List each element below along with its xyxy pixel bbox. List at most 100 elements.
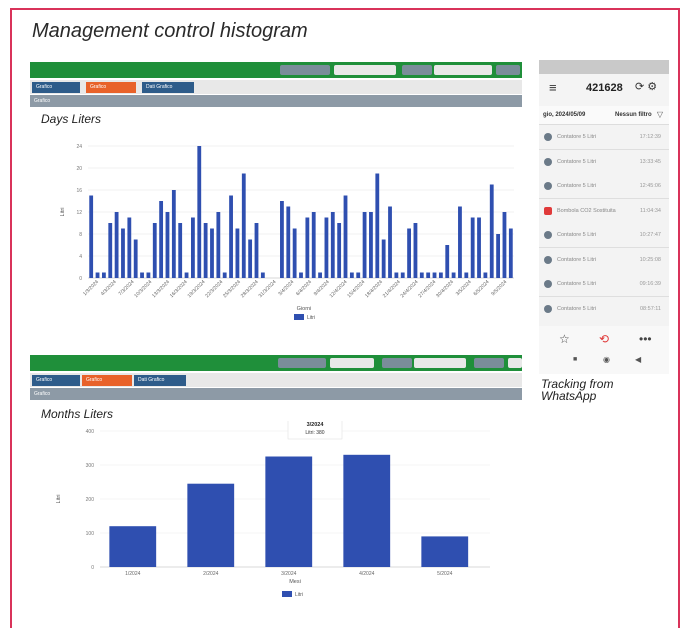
bar (362, 212, 367, 278)
bar (324, 217, 329, 278)
bar (152, 223, 157, 278)
home-nav-icon[interactable]: ◉ (603, 355, 610, 364)
event-row[interactable]: Contatore 5 Litri 10:25:08 (539, 247, 669, 273)
legend-label: Litri (307, 315, 315, 321)
extra-control[interactable] (496, 65, 520, 75)
history-icon[interactable]: ⟲ (599, 332, 609, 346)
bar (477, 217, 481, 278)
bar (95, 272, 100, 278)
event-time: 17:12:39 (639, 134, 661, 140)
event-row[interactable]: Contatore 5 Litri 09:16:39 (539, 272, 669, 297)
filter-row: gio, 2024/05/09 Nessun filtro ▽ (539, 106, 669, 125)
bar (381, 239, 386, 278)
tooltip-value: Litri: 380 (305, 430, 324, 436)
extra-control[interactable] (474, 358, 504, 368)
x-tick-label: 18/4/2024 (364, 279, 384, 299)
event-row[interactable]: Bombola CO2 Sostituita 11:04:34 (539, 198, 669, 224)
type-select[interactable] (414, 358, 466, 368)
extra-select[interactable] (508, 358, 522, 368)
bar (280, 201, 284, 278)
x-tick-label: 19/3/2024 (187, 279, 207, 299)
bar (292, 228, 297, 278)
event-time: 09:16:39 (639, 281, 661, 287)
y-tick-label: 0 (91, 565, 94, 571)
x-tick-label: 1/3/2024 (82, 279, 100, 297)
tab-bar: Grafico Grafico Dati Grafico (30, 80, 522, 94)
months-liters-chart: 0 100 200 300 400 1/2024 2/2024 3/2024 4/2024 5/2… (56, 421, 490, 598)
filter-control[interactable] (280, 65, 330, 75)
more-icon[interactable]: ••• (639, 332, 652, 346)
device-number: 421628 (586, 82, 623, 94)
y-tick-label: 200 (86, 497, 95, 503)
bar (496, 234, 501, 278)
type-control[interactable] (402, 65, 432, 75)
type-select[interactable] (434, 65, 492, 75)
bar (248, 239, 253, 278)
x-tick-label: 3/5/2024 (455, 279, 473, 297)
bar (394, 272, 399, 278)
event-row[interactable]: Contatore 5 Litri 13:33:45 (539, 149, 669, 175)
bar (114, 212, 119, 278)
bar (337, 223, 342, 278)
bar (127, 217, 132, 278)
filter-label[interactable]: Nessun filtro (615, 112, 652, 118)
bar (502, 212, 507, 278)
x-tick-label: 1/2024 (125, 571, 141, 577)
info-icon (544, 157, 552, 166)
type-control[interactable] (382, 358, 412, 368)
event-label: Contatore 5 Litri (557, 305, 597, 312)
event-row[interactable]: Contatore 5 Litri 17:12:39 (539, 125, 669, 150)
event-row[interactable]: Contatore 5 Litri 10:27:47 (539, 223, 669, 248)
bar (343, 454, 391, 567)
tab-dati-grafico[interactable]: Dati Grafico (142, 82, 194, 93)
bar (470, 217, 475, 278)
event-row[interactable]: Contatore 5 Litri 12:45:06 (539, 174, 669, 199)
filter-icon[interactable]: ▽ (657, 110, 663, 119)
event-row[interactable]: Contatore 5 Litri 08:57:11 (539, 296, 669, 322)
bar (451, 272, 456, 278)
y-tick-label: 100 (86, 531, 95, 537)
info-icon (544, 231, 552, 239)
star-icon[interactable]: ☆ (559, 332, 570, 346)
x-tick-label: 2/2024 (203, 571, 219, 577)
bar (178, 223, 183, 278)
bar (388, 206, 392, 278)
bar (508, 228, 513, 278)
section-header: Grafico (30, 95, 522, 107)
tab-dati-grafico[interactable]: Dati Grafico (134, 375, 186, 386)
bar (140, 272, 144, 278)
x-tick-label: 15/4/2024 (346, 279, 366, 299)
x-tick-label: 21/4/2024 (382, 279, 402, 299)
back-nav-icon[interactable]: ◀ (635, 355, 641, 364)
bar (458, 206, 462, 278)
refresh-settings-icons[interactable]: ⟳ ⚙ (635, 80, 657, 93)
phone-caption: Tracking from WhatsApp (541, 377, 614, 403)
bar (286, 206, 291, 278)
tab-grafico-active[interactable]: Grafico (86, 82, 136, 93)
square-nav-icon[interactable]: ■ (573, 356, 577, 363)
tab-grafico[interactable]: Grafico (32, 375, 80, 386)
y-tick-label: 12 (76, 210, 82, 216)
app-toolbar (30, 62, 522, 78)
filter-select[interactable] (334, 65, 396, 75)
bar (265, 456, 313, 567)
bar (235, 228, 240, 278)
app-toolbar (30, 355, 522, 371)
legend-label: Litri (295, 592, 303, 598)
x-axis-label: Mesi (289, 579, 301, 585)
tab-grafico[interactable]: Grafico (32, 82, 80, 93)
y-axis-label: Litri (56, 495, 62, 504)
x-tick-label: 16/3/2024 (169, 279, 189, 299)
hamburger-menu-icon[interactable]: ≡ (549, 80, 557, 95)
event-label: Contatore 5 Litri (557, 134, 597, 140)
event-time: 12:45:06 (639, 183, 661, 189)
y-tick-label: 400 (86, 429, 95, 435)
filter-control[interactable] (278, 358, 326, 368)
bar (184, 272, 189, 278)
bar (311, 212, 316, 278)
x-axis-label: Giorni (297, 306, 312, 312)
filter-select[interactable] (330, 358, 374, 368)
bar (108, 223, 113, 278)
tab-grafico-active[interactable]: Grafico (82, 375, 132, 386)
y-axis-label: Litri (60, 208, 66, 217)
